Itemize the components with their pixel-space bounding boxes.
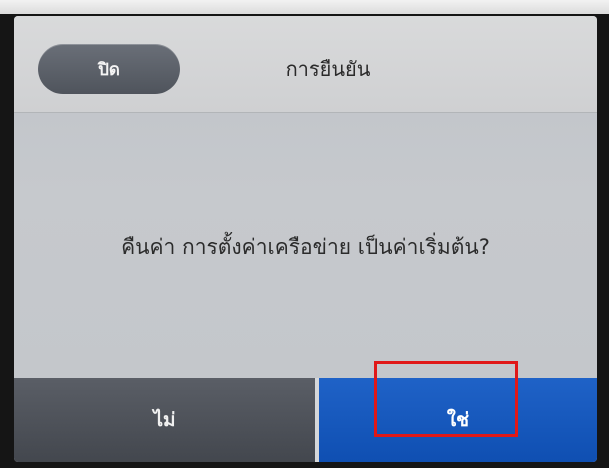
close-button[interactable]: ปิด (38, 44, 180, 94)
no-button[interactable]: ไม่ (14, 378, 315, 462)
dialog-title: การยืนยัน (285, 57, 371, 81)
dialog-footer: ไม่ ใช่ (14, 378, 597, 462)
touch-screen: ปิด การยืนยัน คืนค่า การตั้งค่าเครือข่าย… (14, 16, 597, 462)
dialog-header: ปิด การยืนยัน (14, 16, 597, 113)
confirmation-message: คืนค่า การตั้งค่าเครือข่าย เป็นค่าเริ่มต… (121, 235, 490, 259)
dialog-body: คืนค่า การตั้งค่าเครือข่าย เป็นค่าเริ่มต… (14, 113, 597, 377)
bezel-glare (0, 0, 609, 14)
yes-button[interactable]: ใช่ (319, 378, 597, 462)
